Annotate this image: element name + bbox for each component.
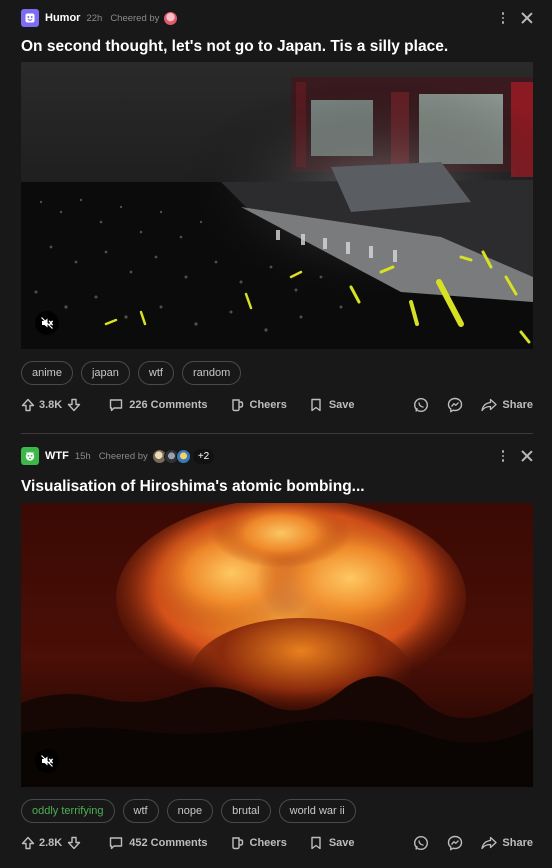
post-title[interactable]: On second thought, let's not go to Japan… <box>21 38 533 56</box>
post-video[interactable] <box>21 62 533 349</box>
tag-chip[interactable]: world war ii <box>278 799 356 823</box>
post-header: WTF 15h Cheered by +2 <box>21 447 533 465</box>
muted-speaker-icon <box>41 317 54 329</box>
tag-list: anime japan wtf random <box>21 361 242 385</box>
cheerer-avatars[interactable] <box>151 448 191 464</box>
avatar[interactable] <box>175 448 191 464</box>
extra-cheerers-badge[interactable]: +2 <box>192 448 215 464</box>
post-actions: 3.8K 226 Comments Cheers Save Share <box>21 395 533 415</box>
avatar[interactable] <box>163 10 179 26</box>
vote-count: 2.8K <box>39 837 63 849</box>
post-header: Humor 22h Cheered by <box>21 9 533 27</box>
vote-control: 3.8K <box>21 398 81 412</box>
post-divider <box>21 433 533 434</box>
comments-button[interactable]: 452 Comments <box>109 836 208 850</box>
cheers-icon <box>231 399 243 412</box>
category-name[interactable]: Humor <box>45 12 80 24</box>
bookmark-icon <box>311 398 321 412</box>
cheers-button[interactable]: Cheers <box>230 398 287 412</box>
mute-toggle[interactable] <box>35 749 59 773</box>
share-label: Share <box>502 399 533 411</box>
cheers-button[interactable]: Cheers <box>230 836 287 850</box>
cheers-label: Cheers <box>249 399 287 411</box>
post-title[interactable]: Visualisation of Hiroshima's atomic bomb… <box>21 478 533 496</box>
comments-count: 226 Comments <box>129 399 208 411</box>
share-label: Share <box>502 837 533 849</box>
close-icon[interactable] <box>521 12 533 24</box>
post-time: 22h <box>86 12 103 24</box>
tag-chip[interactable]: random <box>181 361 242 385</box>
close-icon[interactable] <box>521 450 533 462</box>
comment-icon <box>110 399 123 412</box>
tag-chip[interactable]: wtf <box>137 361 174 385</box>
cheers-icon <box>231 837 243 850</box>
wtf-category-icon[interactable] <box>21 447 39 465</box>
mute-toggle[interactable] <box>35 311 59 335</box>
save-label: Save <box>328 837 355 849</box>
cheered-by-label: Cheered by <box>98 450 148 462</box>
post-actions: 2.8K 452 Comments Cheers Save Share <box>21 833 533 853</box>
cheerer-avatars[interactable] <box>163 10 179 26</box>
whatsapp-icon[interactable] <box>413 835 429 851</box>
save-button[interactable]: Save <box>309 398 355 412</box>
post-video[interactable] <box>21 503 533 787</box>
tag-chip[interactable]: oddly terrifying <box>21 799 115 823</box>
bookmark-icon <box>311 836 321 850</box>
category-name[interactable]: WTF <box>45 450 69 462</box>
tag-chip[interactable]: wtf <box>122 799 159 823</box>
humor-category-icon[interactable] <box>21 9 39 27</box>
share-arrow-icon <box>481 836 498 850</box>
upvote-icon[interactable] <box>21 836 35 850</box>
tag-chip[interactable]: brutal <box>221 799 271 823</box>
messenger-icon[interactable] <box>447 397 463 413</box>
more-options-icon[interactable] <box>497 449 509 463</box>
tag-chip[interactable]: japan <box>80 361 130 385</box>
downvote-icon[interactable] <box>67 398 81 412</box>
tag-list: oddly terrifying wtf nope brutal world w… <box>21 799 356 823</box>
more-options-icon[interactable] <box>497 11 509 25</box>
share-arrow-icon <box>481 398 498 412</box>
explosion-video-frame <box>21 503 533 787</box>
upvote-icon[interactable] <box>21 398 35 412</box>
share-button[interactable]: Share <box>481 836 533 850</box>
vote-count: 3.8K <box>39 399 63 411</box>
vote-control: 2.8K <box>21 836 81 850</box>
downvote-icon[interactable] <box>67 836 81 850</box>
save-label: Save <box>328 399 355 411</box>
save-button[interactable]: Save <box>309 836 355 850</box>
comments-count: 452 Comments <box>129 837 208 849</box>
share-button[interactable]: Share <box>481 398 533 412</box>
post-time: 15h <box>74 450 91 462</box>
whatsapp-icon[interactable] <box>413 397 429 413</box>
cheers-label: Cheers <box>249 837 287 849</box>
tag-chip[interactable]: anime <box>21 361 73 385</box>
messenger-icon[interactable] <box>447 835 463 851</box>
concert-video-frame <box>21 62 533 349</box>
tag-chip[interactable]: nope <box>166 799 214 823</box>
comments-button[interactable]: 226 Comments <box>109 398 208 412</box>
cheered-by-label: Cheered by <box>110 12 160 24</box>
comment-icon <box>110 837 123 850</box>
muted-speaker-icon <box>41 755 54 767</box>
